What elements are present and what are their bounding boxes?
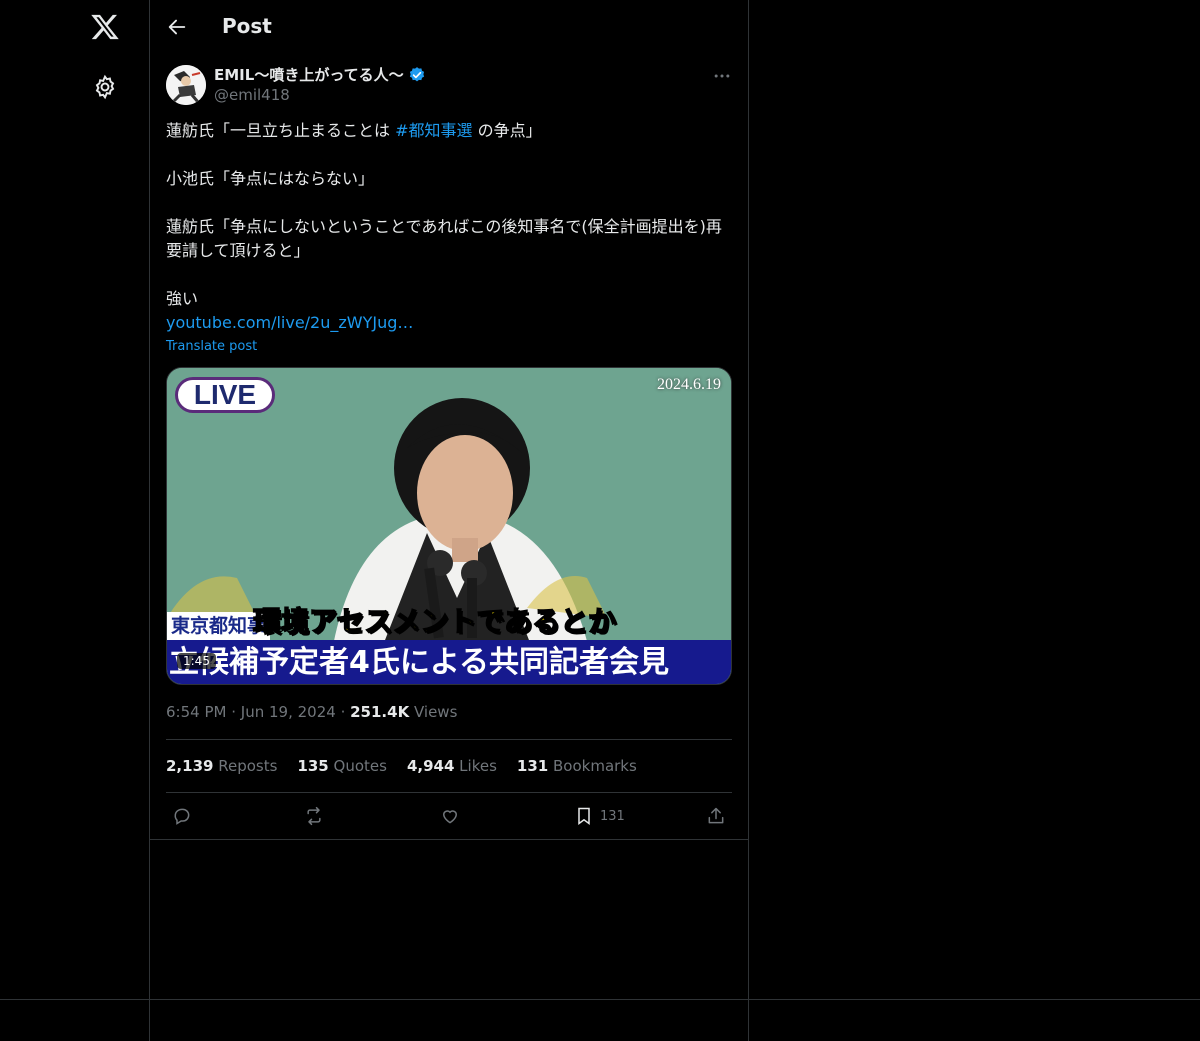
live-badge: LIVE [175, 377, 275, 413]
video-player[interactable]: LIVE 2024.6.19 東京都知事 環境アセスメントであるとか 立候補予定… [166, 367, 732, 685]
author-name-row[interactable]: EMIL〜噴き上がってる人〜 [214, 64, 426, 85]
tweet-line: 小池氏「争点にはならない」 [166, 169, 375, 188]
translate-post-link[interactable]: Translate post [166, 339, 257, 354]
hashtag-link[interactable]: #都知事選 [395, 121, 472, 140]
x-logo-icon[interactable] [90, 12, 120, 42]
share-button[interactable] [706, 806, 726, 826]
avatar[interactable] [166, 65, 206, 105]
bookmark-count: 131 [600, 808, 625, 824]
views-count: 251.4K [350, 703, 410, 721]
post-detail: Post EMIL〜噴き上がってる人〜 @emil418 蓮舫氏「一旦立ち止まる… [150, 0, 749, 840]
post-stats: 2,139 Reposts 135 Quotes 4,944 Likes 131… [166, 757, 637, 775]
empty-timeline-area [150, 840, 749, 1041]
heart-icon [442, 810, 458, 824]
left-nav [0, 0, 150, 1041]
youtube-link[interactable]: youtube.com/live/2u_zWYJug… [166, 311, 732, 335]
bookmark-button[interactable]: 131 [574, 806, 625, 826]
verified-badge-icon [408, 66, 426, 84]
like-button[interactable] [440, 806, 460, 826]
page-title: Post [222, 14, 272, 38]
author-handle[interactable]: @emil418 [214, 86, 290, 104]
tweet-line: 蓮舫氏「一旦立ち止まることは #都知事選 の争点」 [166, 121, 542, 140]
share-icon [708, 807, 724, 824]
more-options-icon[interactable] [712, 66, 732, 86]
likes-stat[interactable]: 4,944 Likes [407, 757, 497, 775]
author-name[interactable]: EMIL〜噴き上がってる人〜 [214, 64, 404, 85]
video-date-overlay: 2024.6.19 [657, 376, 721, 393]
settings-gear-icon[interactable] [92, 74, 118, 100]
bottom-divider [0, 999, 1200, 1000]
post-date[interactable]: Jun 19, 2024 [241, 703, 336, 721]
tweet-text: 蓮舫氏「一旦立ち止まることは #都知事選 の争点」 小池氏「争点にはならない」 … [166, 119, 732, 335]
divider [166, 792, 732, 793]
post-time[interactable]: 6:54 PM [166, 703, 226, 721]
divider [166, 739, 732, 740]
reposts-stat[interactable]: 2,139 Reposts [166, 757, 277, 775]
tweet-line: 蓮舫氏「争点にしないということであればこの後知事名で(保全計画提出を)再要請して… [166, 217, 722, 260]
video-caption-band: 立候補予定者4氏による共同記者会見 [167, 640, 731, 684]
video-duration: 1:45 [177, 653, 216, 669]
video-caption-subtitle: 環境アセスメントであるとか [252, 604, 617, 639]
tweet-line: 強い [166, 289, 199, 308]
reply-icon [174, 808, 190, 825]
post-header: Post [150, 0, 748, 54]
back-arrow-icon[interactable] [166, 16, 188, 38]
quotes-stat[interactable]: 135 Quotes [297, 757, 387, 775]
repost-button[interactable] [304, 806, 324, 826]
views-label: Views [413, 703, 458, 721]
reply-button[interactable] [172, 806, 192, 826]
action-bar: 131 [166, 800, 732, 834]
bookmarks-stat[interactable]: 131 Bookmarks [517, 757, 637, 775]
post-meta: 6:54 PM · Jun 19, 2024 · 251.4K Views [166, 703, 458, 721]
bookmark-icon [578, 807, 590, 825]
repost-icon [307, 806, 321, 826]
